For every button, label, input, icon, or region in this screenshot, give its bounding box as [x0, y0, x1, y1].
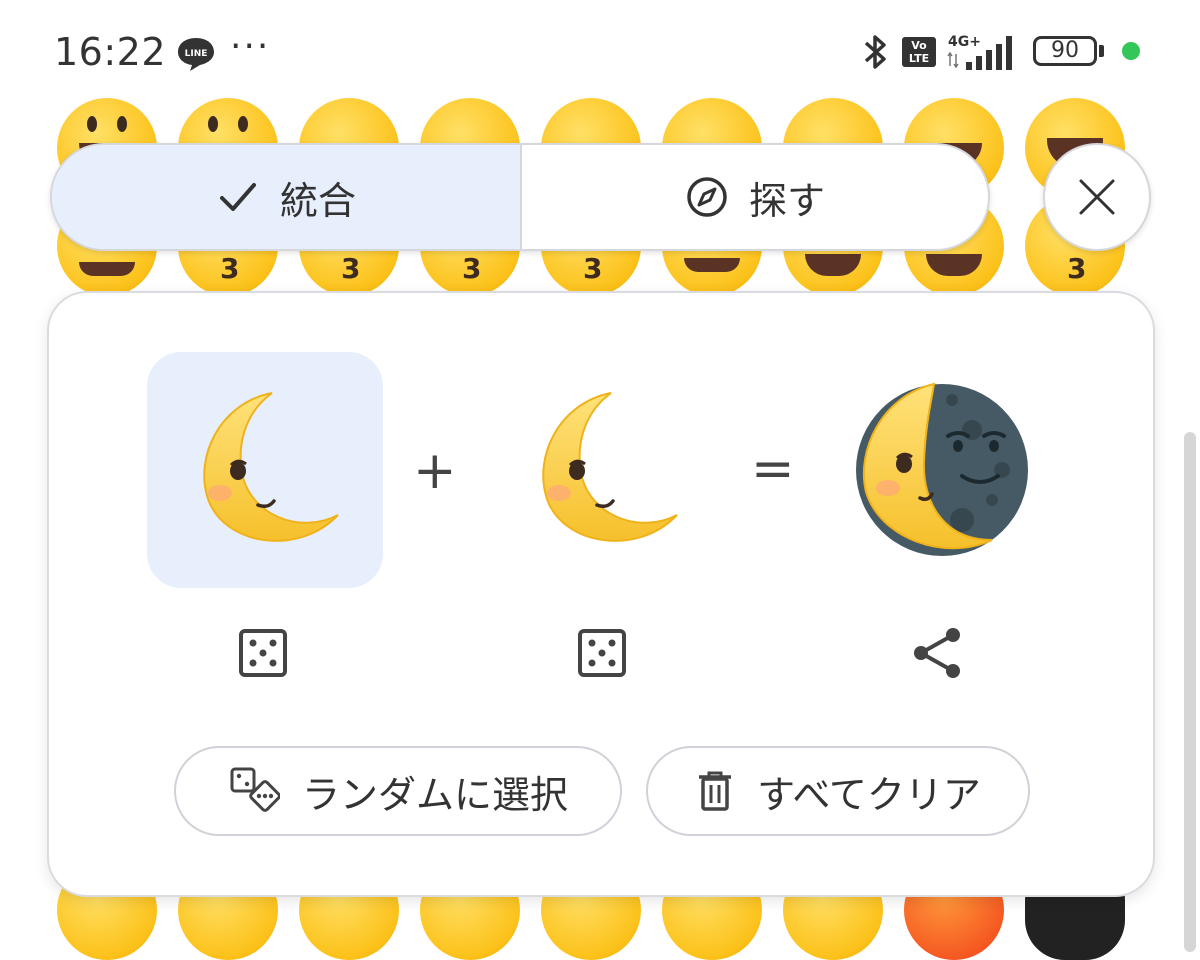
trash-icon [699, 771, 732, 811]
input-slot-1[interactable] [147, 352, 383, 588]
moon-mashup-result-icon [856, 382, 1028, 556]
scrollbar[interactable] [1184, 432, 1196, 952]
check-icon [219, 183, 256, 211]
clear-all-button[interactable]: すべてクリア [646, 746, 1030, 836]
random-dice-icon [230, 767, 280, 812]
mode-tabs: 統合 探す [50, 143, 990, 251]
share-button[interactable] [910, 625, 966, 681]
line-badge-text: LINE [185, 49, 208, 59]
network-type: 4G+ [948, 34, 981, 50]
volte-bottom: LTE [908, 52, 930, 65]
result-slot[interactable] [824, 352, 1060, 588]
tab-explore-label: 探す [748, 178, 825, 223]
tab-merge[interactable]: 統合 [52, 145, 522, 249]
random-select-button[interactable]: ランダムに選択 [174, 746, 622, 836]
close-button[interactable] [1043, 143, 1151, 251]
status-bar: 16:22 LINE ··· Vo LTE 4G+ 90 [0, 0, 1200, 96]
more-notifications-icon: ··· [230, 26, 271, 67]
randomize-slot-1-button[interactable] [235, 625, 291, 681]
dice-icon [578, 629, 626, 677]
privacy-indicator-dot [1122, 42, 1140, 60]
randomize-slot-2-button[interactable] [574, 625, 630, 681]
battery-level: 90 [1051, 38, 1079, 63]
tab-merge-label: 統合 [279, 178, 356, 223]
dice-icon [239, 629, 287, 677]
emoji-kitchen-card: + = ランダムに選択 すべてクリア [47, 291, 1155, 897]
volte-icon: Vo LTE [902, 37, 936, 67]
crescent-moon-face-icon [203, 392, 339, 542]
tab-explore[interactable]: 探す [522, 145, 988, 249]
battery-tip [1099, 45, 1104, 57]
volte-top: Vo [911, 39, 927, 52]
close-icon [1079, 179, 1115, 215]
input-slot-2[interactable] [486, 352, 722, 588]
equals-sign: = [751, 439, 795, 499]
battery-icon: 90 [1033, 36, 1097, 66]
status-time: 16:22 [54, 30, 167, 74]
compass-icon [687, 177, 727, 217]
random-select-label: ランダムに選択 [301, 772, 568, 817]
bluetooth-icon [862, 32, 890, 76]
clear-all-label: すべてクリア [757, 772, 981, 817]
share-icon [914, 628, 960, 678]
line-app-icon: LINE [176, 36, 216, 76]
crescent-moon-face-icon [542, 392, 678, 542]
plus-sign: + [413, 441, 457, 501]
signal-4g-icon: 4G+ [946, 32, 1022, 76]
